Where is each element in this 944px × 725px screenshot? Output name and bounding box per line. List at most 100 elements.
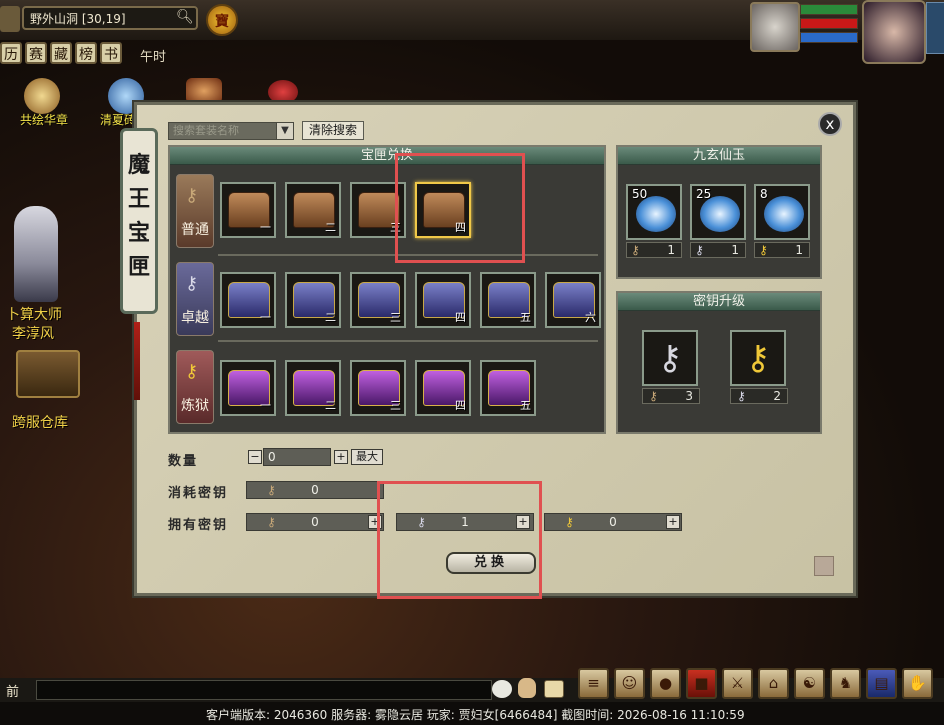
box-slot-excellent-4[interactable]: 四 (415, 272, 471, 328)
event-label[interactable]: 共绘华章 (20, 111, 68, 128)
map-toggle-icon[interactable] (0, 6, 20, 32)
status-bars (800, 4, 858, 46)
npc-name[interactable]: 卜算大师 (6, 304, 62, 324)
clear-search-button[interactable]: 清除搜索 (302, 121, 364, 140)
player-avatar[interactable] (862, 0, 926, 64)
summer-label[interactable]: 清夏砖 (100, 111, 136, 128)
guild-icon[interactable]: ⌂ (758, 668, 789, 699)
location-text: 野外山洞 [30,19] (30, 12, 126, 26)
event-icon[interactable] (24, 78, 60, 114)
reward-icon-2[interactable] (268, 80, 298, 104)
search-icon[interactable]: 🔍︎ (176, 9, 194, 25)
row-label-excellent[interactable]: ⚷ 卓越 (176, 262, 214, 336)
gold-key-upgrade-icon[interactable]: ⚷ (730, 330, 786, 386)
jade-cost: 1 (667, 243, 675, 257)
combat-swords-icon[interactable]: ⚔ (722, 668, 753, 699)
quantity-plus-button[interactable]: + (334, 450, 348, 464)
client-info-text: 客户端版本: 2046360 服务器: 雾隐云居 玩家: 贾妇女[6466484… (206, 708, 745, 722)
row-label-normal[interactable]: ⚷ 普通 (176, 174, 214, 248)
mount-horse-icon[interactable]: ♞ (830, 668, 861, 699)
pet-avatar[interactable] (750, 2, 800, 52)
own-key-value: 0 (311, 515, 319, 529)
slot-number: 五 (520, 311, 531, 324)
buy-gold-key-button[interactable]: + (666, 515, 680, 529)
jade-slot-1[interactable]: 50 (626, 184, 682, 240)
slot-number: 一 (260, 311, 271, 324)
upgrade-cost-1: ⚷ 3 (642, 388, 700, 404)
seal-stamp-icon (814, 556, 834, 576)
box-slot-purgatory-5[interactable]: 五 (480, 360, 536, 416)
own-key-value: 0 (609, 515, 617, 529)
chat-character-icon[interactable] (518, 678, 536, 698)
box-slot-excellent-5[interactable]: 五 (480, 272, 536, 328)
quantity-label: 数量 (168, 454, 199, 469)
hp-bar-red (800, 18, 858, 29)
jade-cost-2: ⚷ 1 (690, 242, 746, 258)
slot-number: 二 (325, 399, 336, 412)
search-dropdown-icon[interactable]: ▼ (276, 122, 294, 140)
jade-crystal-icon (700, 196, 740, 232)
npc-subtitle[interactable]: 李淳风 (12, 323, 54, 343)
silver-key-upgrade-icon[interactable]: ⚷ (642, 330, 698, 386)
box-slot-normal-1[interactable]: 一 (220, 182, 276, 238)
treasure-icon[interactable]: 寶 (206, 4, 238, 36)
jade-slot-2[interactable]: 25 (690, 184, 746, 240)
jade-count: 50 (632, 187, 648, 201)
bag-icon[interactable]: ● (650, 668, 681, 699)
box-slot-excellent-1[interactable]: 一 (220, 272, 276, 328)
box-slot-purgatory-1[interactable]: 一 (220, 360, 276, 416)
panel-title: 魔 王 宝 匣 (124, 148, 154, 284)
side-toggle-button[interactable] (926, 2, 944, 54)
highlight-box-exchange (377, 481, 542, 599)
scroll-tassel (134, 322, 140, 400)
taiji-icon[interactable]: ☯ (794, 668, 825, 699)
npc-figure[interactable] (14, 206, 58, 302)
game-time: 午时 (140, 50, 167, 65)
menu-btn-cang[interactable]: 藏 (50, 42, 72, 64)
slot-number: 一 (260, 221, 271, 234)
box-slot-excellent-2[interactable]: 二 (285, 272, 341, 328)
consume-key-value: 0 (311, 483, 319, 497)
quantity-minus-button[interactable]: − (248, 450, 262, 464)
chat-input[interactable] (36, 680, 492, 700)
menu-btn-shu[interactable]: 书 (100, 42, 122, 64)
quest-scroll-icon[interactable]: ≡ (578, 668, 609, 699)
silver-key-icon: ⚷ (695, 243, 704, 257)
skill-book-icon[interactable]: ■ (686, 668, 717, 699)
box-exchange-title: 宝匣兑换 (170, 147, 604, 165)
menu-btn-bang[interactable]: 榜 (75, 42, 97, 64)
character-icon[interactable]: ☺ (614, 668, 645, 699)
codex-icon[interactable]: ▤ (866, 668, 897, 699)
jade-cost: 1 (731, 243, 739, 257)
consume-key-field: ⚷ 0 (246, 481, 384, 499)
social-handshake-icon[interactable]: ✋ (902, 668, 933, 699)
row-label-purgatory[interactable]: ⚷ 炼狱 (176, 350, 214, 424)
box-slot-purgatory-2[interactable]: 二 (285, 360, 341, 416)
slot-number: 六 (585, 311, 596, 324)
warehouse-label[interactable]: 跨服仓库 (12, 412, 68, 432)
quantity-input[interactable]: 0 (263, 448, 331, 466)
slot-number: 一 (260, 399, 271, 412)
warehouse-chest-icon[interactable] (16, 350, 80, 398)
box-slot-purgatory-4[interactable]: 四 (415, 360, 471, 416)
silver-key-icon: ⚷ (185, 273, 199, 294)
chat-emote-icon[interactable] (492, 680, 512, 698)
reward-icon[interactable] (186, 78, 222, 104)
silver-key-icon: ⚷ (737, 389, 746, 403)
quantity-max-button[interactable]: 最大 (351, 449, 383, 465)
box-slot-excellent-6[interactable]: 六 (545, 272, 601, 328)
box-slot-excellent-3[interactable]: 三 (350, 272, 406, 328)
consume-key-label: 消耗密钥 (168, 486, 229, 501)
chat-channel-label[interactable]: 前 (6, 681, 19, 700)
hp-bar-green (800, 4, 858, 15)
box-slot-normal-2[interactable]: 二 (285, 182, 341, 238)
chat-bubble-icon[interactable] (544, 680, 564, 698)
jade-crystal-icon (636, 196, 676, 232)
menu-btn-sai[interactable]: 赛 (25, 42, 47, 64)
box-slot-purgatory-3[interactable]: 三 (350, 360, 406, 416)
close-button[interactable]: x (818, 112, 842, 136)
bronze-key-icon: ⚷ (267, 515, 276, 529)
slot-number: 二 (325, 221, 336, 234)
menu-btn-li[interactable]: 历 (0, 42, 22, 64)
jade-slot-3[interactable]: 8 (754, 184, 810, 240)
